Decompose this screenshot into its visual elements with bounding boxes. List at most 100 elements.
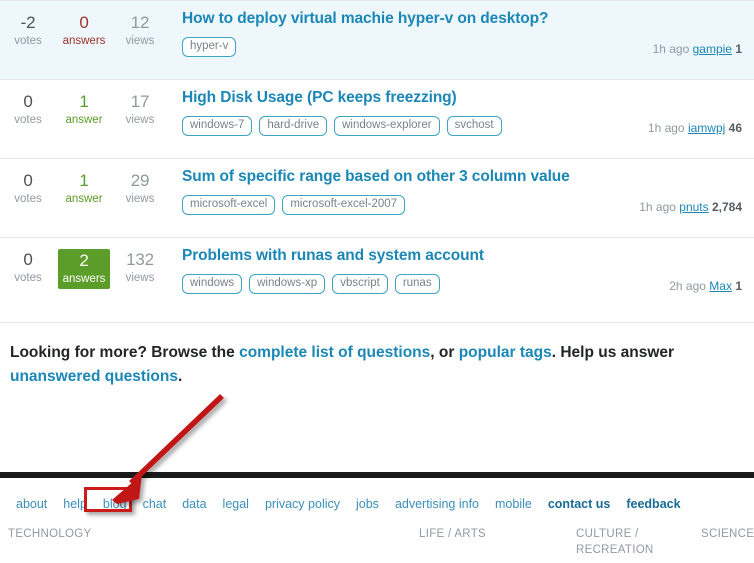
question-author-link[interactable]: iamwpj bbox=[688, 121, 725, 135]
question-title-link[interactable]: High Disk Usage (PC keeps freezzing) bbox=[182, 89, 457, 107]
answers-label: answer bbox=[65, 192, 103, 205]
question-author-link[interactable]: Max bbox=[709, 279, 732, 293]
footer-link-blog[interactable]: blog bbox=[95, 494, 135, 514]
votes-label: votes bbox=[14, 271, 42, 284]
answers-count: 1 bbox=[79, 92, 89, 111]
question-stats: -2 votes 0 answers 12 views bbox=[0, 10, 168, 50]
question-author-reputation: 2,784 bbox=[711, 200, 742, 215]
question-author-link[interactable]: pnuts bbox=[679, 200, 708, 214]
more-text-3: . Help us answer bbox=[551, 344, 675, 361]
footer-link-chat[interactable]: chat bbox=[135, 494, 175, 514]
answers-count: 1 bbox=[79, 171, 89, 190]
question-title-link[interactable]: Problems with runas and system account bbox=[182, 247, 484, 265]
question-time: 1h ago bbox=[652, 42, 690, 57]
site-footer: about help blog chat data legal privacy policy… bbox=[0, 478, 754, 563]
question-author-reputation: 46 bbox=[728, 121, 742, 136]
tag-windows-explorer[interactable]: windows-explorer bbox=[334, 116, 440, 137]
votes-stat: 0 votes bbox=[0, 170, 56, 208]
tag-hyper-v[interactable]: hyper-v bbox=[182, 37, 237, 58]
tag-windows-7[interactable]: windows-7 bbox=[182, 116, 253, 137]
question-author-reputation: 1 bbox=[735, 279, 742, 294]
footer-link-data[interactable]: data bbox=[174, 494, 214, 514]
question-row: 0 votes 2 answers 132 views Problems with runa… bbox=[0, 237, 754, 316]
footer-link-feedback[interactable]: feedback bbox=[618, 494, 688, 514]
complete-list-of-questions-link[interactable]: complete list of questions bbox=[239, 344, 430, 361]
answers-label: answers bbox=[62, 272, 106, 285]
footer-category-technology[interactable]: TECHNOLOGY bbox=[8, 527, 92, 543]
views-count: 17 bbox=[130, 92, 150, 111]
votes-count: 0 bbox=[23, 92, 33, 111]
looking-for-more-text: Looking for more? Browse the complete li… bbox=[10, 341, 710, 388]
views-count: 12 bbox=[130, 13, 150, 32]
footer-link-help[interactable]: help bbox=[55, 494, 95, 514]
footer-link-legal[interactable]: legal bbox=[215, 494, 257, 514]
question-time: 2h ago bbox=[669, 279, 706, 294]
tag-vbscript[interactable]: vbscript bbox=[332, 274, 388, 295]
tag-runas[interactable]: runas bbox=[394, 274, 440, 295]
footer-links: about help blog chat data legal privacy policy… bbox=[8, 494, 689, 514]
list-bottom-divider bbox=[0, 322, 754, 323]
question-title-link[interactable]: How to deploy virtual machie hyper-v on … bbox=[182, 10, 549, 28]
views-label: views bbox=[125, 34, 155, 47]
answers-stat: 1 answer bbox=[56, 170, 112, 208]
more-text-1: Looking for more? Browse the bbox=[10, 344, 240, 361]
question-summary: How to deploy virtual machie hyper-v on … bbox=[168, 10, 742, 58]
question-row: 0 votes 1 answer 29 views Sum of specific rang… bbox=[0, 158, 754, 237]
tag-windows-xp[interactable]: windows-xp bbox=[249, 274, 326, 295]
question-time: 1h ago bbox=[647, 121, 685, 136]
question-title-link[interactable]: Sum of specific range based on other 3 c… bbox=[182, 168, 570, 186]
views-label: views bbox=[125, 271, 155, 284]
footer-category-life-arts[interactable]: LIFE / ARTS bbox=[419, 527, 486, 543]
tag-hard-drive[interactable]: hard-drive bbox=[259, 116, 328, 137]
votes-stat: -2 votes bbox=[0, 12, 56, 50]
footer-category-science[interactable]: SCIENCE bbox=[701, 527, 754, 543]
votes-count: -2 bbox=[20, 13, 36, 32]
question-stats: 0 votes 2 answers 132 views bbox=[0, 247, 168, 289]
footer-link-privacy-policy[interactable]: privacy policy bbox=[257, 494, 348, 514]
answers-label: answers bbox=[62, 34, 106, 47]
views-label: views bbox=[125, 113, 155, 126]
votes-label: votes bbox=[14, 34, 42, 47]
votes-label: votes bbox=[14, 192, 42, 205]
answers-stat: 2 answers bbox=[58, 249, 110, 289]
question-time: 1h ago bbox=[639, 200, 676, 215]
unanswered-questions-link[interactable]: unanswered questions bbox=[10, 368, 178, 385]
votes-stat: 0 votes bbox=[0, 249, 56, 289]
tag-microsoft-excel[interactable]: microsoft-excel bbox=[182, 195, 276, 216]
answers-stat: 1 answer bbox=[56, 91, 112, 129]
question-meta: 1h ago iamwpj 46 bbox=[648, 121, 742, 135]
tag-microsoft-excel-2007[interactable]: microsoft-excel-2007 bbox=[282, 195, 406, 216]
views-stat: 12 views bbox=[112, 12, 168, 50]
question-meta: 1h ago gampie 1 bbox=[653, 42, 742, 56]
question-stats: 0 votes 1 answer 29 views bbox=[0, 168, 168, 208]
page-root: -2 votes 0 answers 12 views How to deploy virt… bbox=[0, 0, 754, 563]
footer-category-culture-recreation[interactable]: CULTURE / RECREATION bbox=[576, 527, 686, 558]
question-row: -2 votes 0 answers 12 views How to deploy virt… bbox=[0, 0, 754, 79]
question-stats: 0 votes 1 answer 17 views bbox=[0, 89, 168, 129]
question-meta: 2h ago Max 1 bbox=[669, 279, 742, 293]
question-summary: Sum of specific range based on other 3 c… bbox=[168, 168, 742, 216]
answers-count: 0 bbox=[79, 13, 89, 32]
views-count: 132 bbox=[126, 250, 154, 269]
tag-svchost[interactable]: svchost bbox=[446, 116, 502, 137]
votes-count: 0 bbox=[23, 250, 33, 269]
votes-label: votes bbox=[14, 113, 42, 126]
footer-link-about[interactable]: about bbox=[8, 494, 55, 514]
footer-link-jobs[interactable]: jobs bbox=[348, 494, 387, 514]
views-stat: 17 views bbox=[112, 91, 168, 129]
tag-windows[interactable]: windows bbox=[182, 274, 243, 295]
question-author-link[interactable]: gampie bbox=[693, 42, 732, 56]
votes-stat: 0 votes bbox=[0, 91, 56, 129]
question-list: -2 votes 0 answers 12 views How to deploy virt… bbox=[0, 0, 754, 316]
footer-link-mobile[interactable]: mobile bbox=[487, 494, 540, 514]
footer-link-contact-us[interactable]: contact us bbox=[540, 494, 619, 514]
tag-list: windows windows-xp vbscript runas bbox=[182, 274, 742, 295]
popular-tags-link[interactable]: popular tags bbox=[459, 344, 552, 361]
question-summary: Problems with runas and system account wi… bbox=[168, 247, 742, 295]
views-count: 29 bbox=[130, 171, 150, 190]
more-text-2: , or bbox=[430, 344, 459, 361]
footer-link-advertising-info[interactable]: advertising info bbox=[387, 494, 487, 514]
answers-count: 2 bbox=[79, 251, 89, 270]
more-text-4: . bbox=[177, 367, 183, 385]
question-author-reputation: 1 bbox=[735, 42, 742, 57]
